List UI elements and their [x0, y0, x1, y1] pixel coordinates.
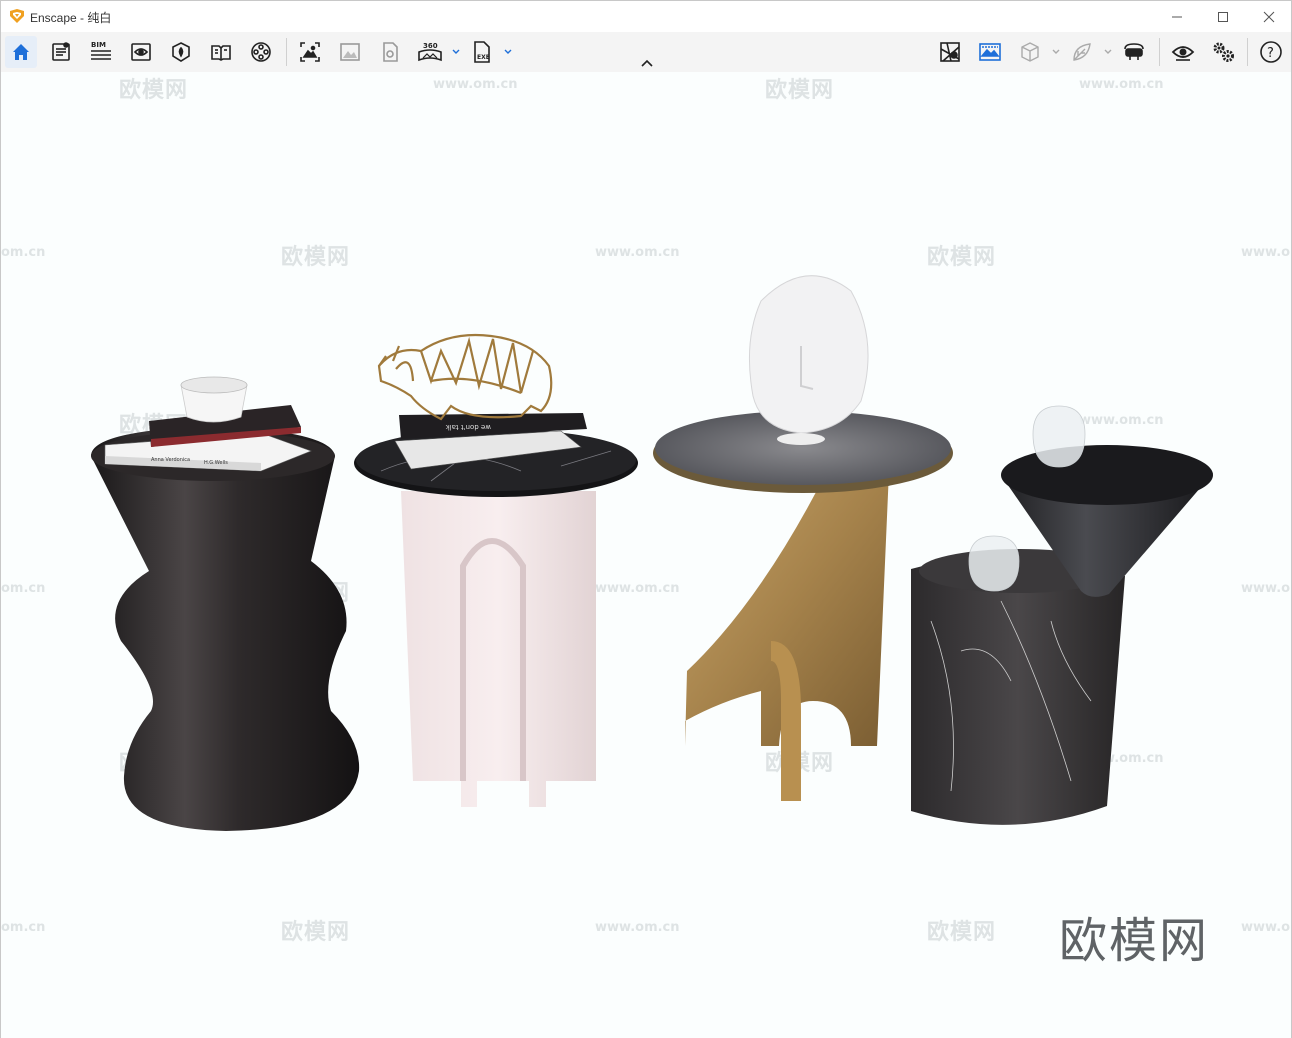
toolbar-separator — [1159, 38, 1160, 66]
bim-label: BIM — [91, 41, 106, 49]
scene-render: Anna Verdonica H.G.Wells we don't talk — [91, 275, 1213, 831]
batch-render-button[interactable] — [374, 36, 406, 68]
video-reel-icon — [251, 42, 271, 62]
leaf-icon — [1073, 43, 1091, 61]
render-viewport[interactable]: 欧模网 www.om.cn 欧模网 www.om.cn om.cn 欧模网 ww… — [1, 72, 1291, 1038]
rhino-sculpture — [377, 333, 553, 421]
asset-library-button[interactable] — [165, 36, 197, 68]
minimize-icon — [1172, 16, 1182, 17]
settings-gears-icon — [1213, 42, 1234, 62]
book-title: Anna Verdonica — [151, 457, 190, 463]
view-eye-icon — [131, 43, 151, 61]
book-spine: we don't talk — [445, 423, 491, 431]
help-button[interactable]: ? — [1255, 36, 1287, 68]
enscape-window: Enscape - 纯白 BIM 360 EXE ? 欧模网 www.om.cn… — [0, 0, 1292, 1038]
vegetation-button[interactable] — [1066, 36, 1098, 68]
window-title: Enscape - 纯白 — [30, 11, 112, 25]
collapse-toolbar-icon[interactable] — [639, 58, 655, 70]
background-image-button[interactable] — [974, 36, 1006, 68]
maximize-icon — [1218, 11, 1228, 22]
help-label: ? — [1267, 46, 1274, 61]
brand-watermark: 欧模网 — [1059, 913, 1210, 969]
render-image-button[interactable] — [334, 36, 366, 68]
material-book-button[interactable] — [205, 36, 237, 68]
maximize-button[interactable] — [1200, 1, 1246, 32]
batch-render-icon — [383, 42, 398, 62]
screenshot-button[interactable] — [294, 36, 326, 68]
panorama-button[interactable]: 360 — [414, 36, 446, 68]
chevron-down-icon[interactable] — [503, 47, 513, 57]
chevron-down-icon[interactable] — [1103, 47, 1113, 57]
panorama-label: 360 — [423, 42, 438, 50]
cube-view-button[interactable] — [1014, 36, 1046, 68]
enscape-logo-icon — [10, 9, 24, 23]
close-icon — [1263, 11, 1275, 22]
toolbar-separator — [286, 38, 287, 66]
render-image-icon — [340, 43, 360, 61]
video-editor-button[interactable] — [245, 36, 277, 68]
vr-headset-icon — [1124, 43, 1144, 60]
panorama-360-icon: 360 — [418, 42, 442, 62]
map-icon — [940, 42, 960, 62]
export-exe-icon: EXE — [474, 41, 490, 63]
screenshot-icon — [300, 42, 320, 62]
arch-side-table: we don't talk — [354, 333, 638, 807]
visibility-button[interactable] — [1167, 36, 1199, 68]
close-button[interactable] — [1246, 1, 1292, 32]
book-title: H.G.Wells — [204, 460, 228, 466]
material-book-icon — [211, 45, 231, 61]
view-button[interactable] — [125, 36, 157, 68]
home-button[interactable] — [5, 36, 37, 68]
document-list-icon — [52, 42, 70, 61]
cone-and-cylinder-tables — [911, 405, 1213, 825]
bim-button[interactable]: BIM — [85, 36, 117, 68]
export-exe-button[interactable]: EXE — [466, 36, 498, 68]
asset-library-icon — [172, 42, 190, 62]
help-icon: ? — [1260, 41, 1282, 63]
bim-icon: BIM — [91, 41, 111, 60]
home-icon — [13, 44, 29, 60]
brass-leg-table — [653, 275, 953, 801]
visibility-eye-icon — [1171, 46, 1195, 61]
toolbar-separator — [1247, 38, 1248, 66]
document-list-button[interactable] — [45, 36, 77, 68]
chevron-down-icon[interactable] — [451, 47, 461, 57]
minimize-button[interactable] — [1154, 1, 1200, 32]
map-button[interactable] — [934, 36, 966, 68]
title-bar: Enscape - 纯白 — [1, 1, 1291, 32]
vr-headset-button[interactable] — [1118, 36, 1150, 68]
background-image-icon — [979, 43, 1001, 61]
hourglass-stool: Anna Verdonica H.G.Wells — [91, 376, 360, 831]
exe-label: EXE — [477, 54, 490, 61]
cube-view-icon — [1021, 42, 1039, 62]
chevron-down-icon[interactable] — [1051, 47, 1061, 57]
settings-button[interactable] — [1207, 36, 1239, 68]
